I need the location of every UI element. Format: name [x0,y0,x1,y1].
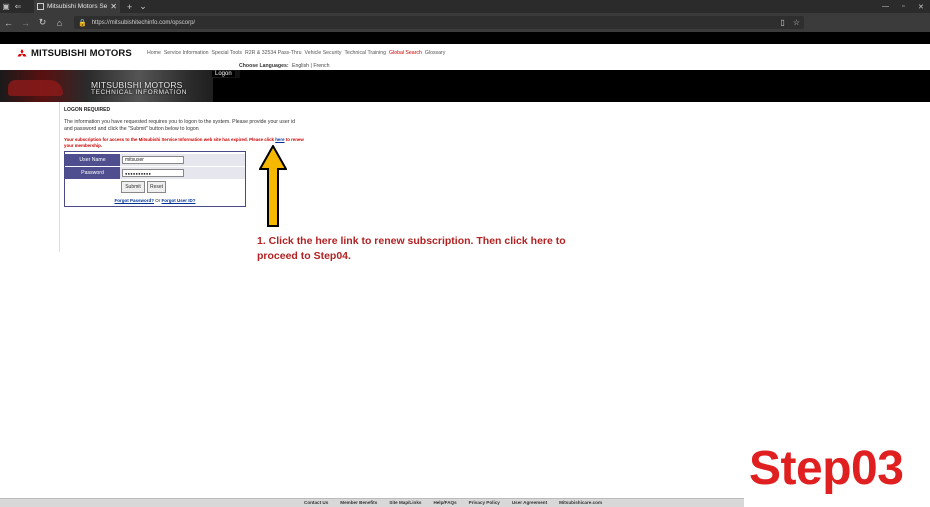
banner-car-shape [8,80,63,96]
footer-privacy-policy[interactable]: Privacy Policy [469,500,500,505]
reset-button[interactable]: Reset [147,181,166,193]
language-french-link[interactable]: French [313,63,329,69]
forgot-or-text: Or [154,198,162,203]
footer-user-agreement[interactable]: User Agreement [512,500,547,505]
browser-frame-strip [0,32,930,44]
content-left-rule [59,102,60,252]
reading-view-icon[interactable]: ▯ [780,18,784,27]
refresh-icon[interactable]: ↻ [34,13,51,32]
tab-title: Mitsubishi Motors Servi [47,3,108,10]
browser-tab-bar: ▣ ⇐ Mitsubishi Motors Servi ✕ + ⌄ — ▫ ✕ [0,0,930,13]
tab-actions-icon[interactable]: ▣ [0,0,12,13]
up-arrow-icon [259,145,287,227]
logon-form: User Name mitsuser Password ●●●●●●●●●● S… [64,151,246,207]
new-tab-icon[interactable]: + [127,2,132,12]
screenshot-root: ▣ ⇐ Mitsubishi Motors Servi ✕ + ⌄ — ▫ ✕ … [0,0,930,507]
footer-mitsubishicare[interactable]: Mitsubishicare.com [559,500,602,505]
banner-title: MITSUBISHI MOTORS TECHNICAL INFORMATION [91,80,188,96]
password-label: Password [65,167,120,179]
back-icon[interactable]: ← [0,13,17,32]
nav-home[interactable]: Home [147,50,161,56]
expired-text-before: Your subscription for access to the Mits… [64,137,276,142]
username-input[interactable]: mitsuser [122,156,184,164]
forgot-links: Forgot Password? Or Forgot User ID? [65,198,245,203]
site-header: MITSUBISHI MOTORS Home Service Informati… [0,44,930,70]
footer-links: Contact Us Member Benefits Site Map/Link… [304,500,614,505]
banner-title-line2: TECHNICAL INFORMATION [91,89,188,96]
instruction-annotation: 1. Click the here link to renew subscrip… [257,235,566,262]
brand-name: MITSUBISHI MOTORS [31,48,132,59]
lock-icon: 🔒 [78,19,87,27]
logon-heading: LOGON REQUIRED [64,107,111,113]
tab-back-icon[interactable]: ⇐ [12,0,24,13]
tab-list-chevron-icon[interactable]: ⌄ [139,1,147,12]
language-english-link[interactable]: English [292,63,309,69]
forgot-password-link[interactable]: Forgot Password? [114,198,154,203]
language-chooser: Choose Languages: English | French [239,63,329,69]
logon-info-text: The information you have requested requi… [64,119,295,132]
language-separator: | [310,63,312,69]
url-field[interactable]: 🔒 https://mitsubishitechinfo.com/opscorp… [74,16,804,29]
nav-service-information[interactable]: Service Information [164,50,209,56]
footer-site-map[interactable]: Site Map/Links [389,500,421,505]
url-text: https://mitsubishitechinfo.com/opscorp/ [91,19,196,26]
submit-button[interactable]: Submit [121,181,145,193]
home-icon[interactable]: ⌂ [51,13,68,32]
nav-global-search[interactable]: Global Search [389,50,422,56]
page-favicon-icon [37,3,44,10]
window-close-icon[interactable]: ✕ [918,0,924,13]
maximize-icon[interactable]: ▫ [902,0,904,13]
step-label: Step03 [749,442,904,495]
password-input[interactable]: ●●●●●●●●●● [122,169,184,177]
tab-close-icon[interactable]: ✕ [110,2,117,11]
renew-here-link[interactable]: here [275,137,284,142]
site-banner: MITSUBISHI MOTORS TECHNICAL INFORMATION … [0,70,930,102]
three-diamonds-icon [17,48,27,56]
nav-vehicle-security[interactable]: Vehicle Security [305,50,342,56]
site-footer: Contact Us Member Benefits Site Map/Link… [0,498,744,507]
nav-pass-thru[interactable]: R2R & 32534 Pass-Thru [245,50,302,56]
forgot-userid-link[interactable]: Forgot User ID? [162,198,196,203]
main-content: LOGON REQUIRED The information you have … [0,102,930,498]
footer-help-faqs[interactable]: Help/FAQs [433,500,456,505]
footer-contact-us[interactable]: Contact Us [304,500,328,505]
minimize-icon[interactable]: — [882,0,889,13]
favorite-star-icon[interactable]: ☆ [793,18,800,27]
nav-special-tools[interactable]: Special Tools [212,50,242,56]
banner-logon-label: Logon [212,71,235,77]
forward-icon[interactable]: → [17,13,34,32]
footer-member-benefits[interactable]: Member Benefits [340,500,377,505]
banner-black-panel [213,78,930,102]
browser-address-bar: ← → ↻ ⌂ 🔒 https://mitsubishitechinfo.com… [0,13,930,40]
top-navigation: Home Service Information Special Tools R… [147,50,448,56]
language-label: Choose Languages: [239,63,289,69]
banner-title-line1: MITSUBISHI MOTORS [91,80,183,90]
nav-technical-training[interactable]: Technical Training [344,50,386,56]
nav-glossary[interactable]: Glossary [425,50,445,56]
username-label: User Name [65,154,120,166]
browser-tab[interactable]: Mitsubishi Motors Servi ✕ [34,0,120,13]
password-row: Password ●●●●●●●●●● [65,167,245,179]
mitsubishi-logo[interactable]: MITSUBISHI MOTORS [16,48,132,59]
username-row: User Name mitsuser [65,154,245,166]
